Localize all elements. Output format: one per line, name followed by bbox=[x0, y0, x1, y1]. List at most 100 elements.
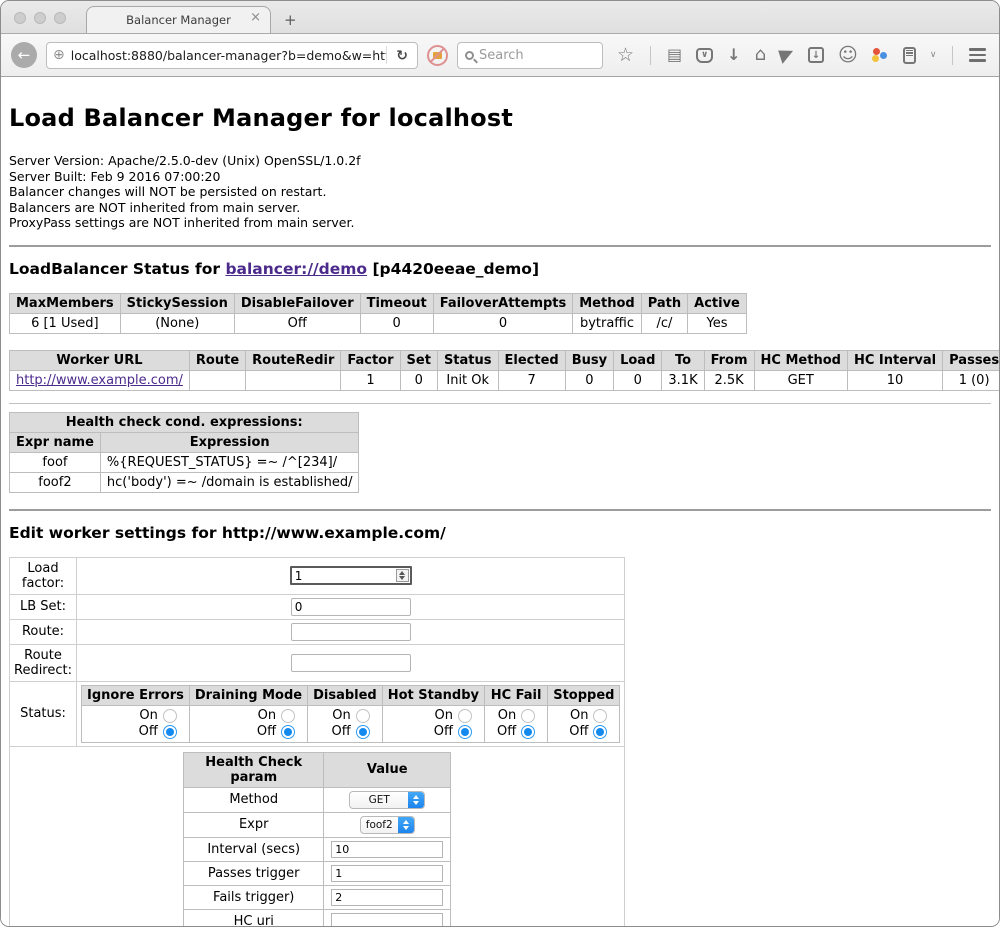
downloads-icon[interactable]: ↓ bbox=[727, 47, 740, 63]
bookmark-star-icon[interactable]: ☆ bbox=[617, 47, 634, 63]
colored-dots-extension-icon[interactable] bbox=[872, 47, 889, 63]
status-hot-standby-on-radio[interactable] bbox=[458, 709, 472, 723]
lb-set-cell bbox=[77, 594, 625, 619]
radio-label: On bbox=[258, 708, 276, 724]
browser-window: Balancer Manager × + ← ⊕ localhost:8880/… bbox=[0, 0, 1000, 927]
table-cell: (None) bbox=[120, 313, 234, 333]
tab-balancer-manager[interactable]: Balancer Manager × bbox=[86, 6, 271, 33]
radio-label: Off bbox=[497, 724, 516, 740]
table-row: Status: Ignore ErrorsDraining ModeDisabl… bbox=[10, 681, 625, 746]
back-icon: ← bbox=[18, 46, 31, 64]
param-value-cell bbox=[324, 861, 451, 885]
balancer-demo-link[interactable]: balancer://demo bbox=[225, 260, 367, 278]
column-header: Timeout bbox=[360, 293, 433, 313]
table-row: LB Set: bbox=[10, 594, 625, 619]
status-draining-mode-off-radio[interactable] bbox=[281, 725, 295, 739]
status-ignore-errors-off-radio[interactable] bbox=[163, 725, 177, 739]
interval-input[interactable] bbox=[331, 841, 443, 858]
balancer-status-table: MaxMembersStickySessionDisableFailoverTi… bbox=[9, 293, 747, 334]
param-value-cell: GET bbox=[324, 787, 451, 812]
status-column-header: HC Fail bbox=[485, 685, 548, 705]
radio-label: On bbox=[435, 708, 453, 724]
worker-url-link[interactable]: http://www.example.com/ bbox=[16, 373, 183, 388]
close-window-icon[interactable] bbox=[14, 12, 26, 24]
lb-set-input[interactable] bbox=[291, 598, 411, 616]
status-radio-cell: OnOff bbox=[485, 705, 548, 742]
param-value-cell bbox=[324, 885, 451, 909]
table-cell: /c/ bbox=[641, 313, 687, 333]
zoom-window-icon[interactable] bbox=[54, 12, 66, 24]
column-header: FailoverAttempts bbox=[433, 293, 573, 313]
route-input[interactable] bbox=[291, 623, 411, 641]
reader-list-icon[interactable] bbox=[903, 47, 916, 64]
table-cell: 1 bbox=[341, 370, 400, 390]
column-header: HC Interval bbox=[847, 350, 942, 370]
address-bar[interactable]: ⊕ localhost:8880/balancer-manager?b=demo… bbox=[46, 42, 418, 69]
new-tab-button[interactable]: + bbox=[284, 11, 297, 29]
window-controls[interactable] bbox=[14, 12, 66, 24]
server-built: Server Built: Feb 9 2016 07:00:20 bbox=[9, 169, 991, 185]
column-header: MaxMembers bbox=[10, 293, 121, 313]
load-factor-input[interactable] bbox=[290, 566, 412, 585]
clipboard-icon[interactable]: ▤ bbox=[667, 47, 682, 63]
chevron-down-icon[interactable]: ∨ bbox=[930, 50, 937, 60]
number-spinner-icon[interactable] bbox=[396, 569, 409, 582]
route-redirect-input[interactable] bbox=[291, 654, 411, 672]
tab-close-icon[interactable]: × bbox=[250, 11, 261, 24]
status-hot-standby-off-radio[interactable] bbox=[458, 725, 472, 739]
health-check-expressions-table: Health check cond. expressions:Expr name… bbox=[9, 412, 359, 493]
search-bar[interactable] bbox=[457, 42, 603, 69]
content-blocked-icon[interactable] bbox=[427, 45, 448, 66]
column-header: Load bbox=[614, 350, 662, 370]
select-stepper-icon bbox=[398, 817, 414, 833]
table-row: Route: bbox=[10, 619, 625, 644]
menu-icon[interactable] bbox=[969, 48, 986, 62]
back-button[interactable]: ← bbox=[11, 42, 37, 68]
table-cell: 1 (0) bbox=[943, 370, 999, 390]
pocket-icon[interactable]: ∨ bbox=[696, 48, 713, 63]
smiley-icon[interactable]: ☺ bbox=[838, 47, 858, 63]
globe-icon: ⊕ bbox=[47, 47, 71, 63]
route-redirect-label: Route Redirect: bbox=[10, 644, 77, 681]
hc-uri-input[interactable] bbox=[331, 913, 443, 927]
search-input[interactable] bbox=[479, 48, 579, 63]
send-icon[interactable] bbox=[778, 46, 796, 64]
radio-label: Off bbox=[434, 724, 453, 740]
status-stopped-off-radio[interactable] bbox=[593, 725, 607, 739]
url-text[interactable]: localhost:8880/balancer-manager?b=demo&w… bbox=[71, 48, 387, 63]
home-icon[interactable]: ⌂ bbox=[755, 47, 766, 63]
minimize-window-icon[interactable] bbox=[34, 12, 46, 24]
status-draining-mode-on-radio[interactable] bbox=[281, 709, 295, 723]
status-cell: Ignore ErrorsDraining ModeDisabledHot St… bbox=[77, 681, 625, 746]
table-cell: 0 bbox=[614, 370, 662, 390]
radio-label: Off bbox=[257, 724, 276, 740]
table-row: foof2hc('body') =~ /domain is establishe… bbox=[10, 472, 359, 492]
status-column-header: Draining Mode bbox=[189, 685, 307, 705]
navigation-toolbar: ← ⊕ localhost:8880/balancer-manager?b=de… bbox=[1, 34, 999, 77]
method-select[interactable]: GET bbox=[349, 791, 425, 809]
status-disabled-on-radio[interactable] bbox=[356, 709, 370, 723]
expr-select[interactable]: foof2 bbox=[360, 816, 415, 834]
radio-label: On bbox=[570, 708, 588, 724]
divider bbox=[9, 403, 991, 404]
status-hc-fail-on-radio[interactable] bbox=[521, 709, 535, 723]
heading-suffix: [p4420eeae_demo] bbox=[367, 260, 539, 278]
column-header: StickySession bbox=[120, 293, 234, 313]
status-disabled-off-radio[interactable] bbox=[356, 725, 370, 739]
status-ignore-errors-on-radio[interactable] bbox=[163, 709, 177, 723]
fails-trigger-input[interactable] bbox=[331, 889, 443, 906]
status-column-header: Stopped bbox=[548, 685, 620, 705]
status-hc-fail-off-radio[interactable] bbox=[521, 725, 535, 739]
route-cell bbox=[77, 619, 625, 644]
status-stopped-on-radio[interactable] bbox=[593, 709, 607, 723]
title-bar: Balancer Manager × + bbox=[1, 1, 999, 34]
table-cell: bytraffic bbox=[573, 313, 641, 333]
download-square-icon[interactable]: ↓ bbox=[808, 47, 824, 63]
reload-icon[interactable]: ↻ bbox=[386, 46, 417, 64]
edit-worker-form: Load factor: LB Set: Route: bbox=[9, 557, 625, 927]
passes-trigger-input[interactable] bbox=[331, 865, 443, 882]
radio-label: On bbox=[498, 708, 516, 724]
health-check-cell: Health Check paramValueMethodGETExprfoof… bbox=[10, 746, 625, 926]
table-cell: 0 bbox=[433, 313, 573, 333]
divider bbox=[9, 509, 991, 511]
